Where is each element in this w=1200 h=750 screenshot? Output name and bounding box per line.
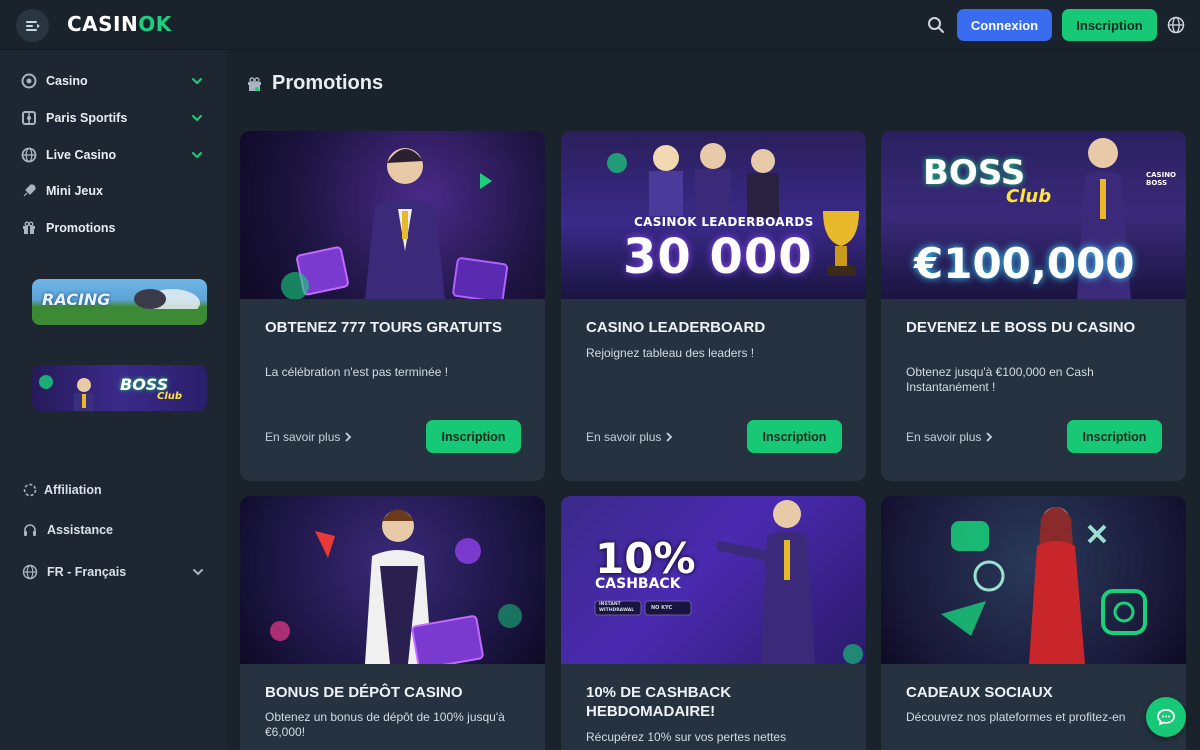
chevron-down-icon[interactable]	[191, 75, 203, 87]
promo-image	[881, 496, 1186, 664]
learn-more-link[interactable]: En savoir plus	[906, 430, 993, 444]
page-title: Promotions	[272, 72, 384, 94]
top-header: CASINOK Connexion Inscription	[0, 0, 1200, 50]
sidebar-item-assistance[interactable]: Assistance	[0, 515, 227, 545]
sidebar-item-label: Paris Sportifs	[46, 111, 128, 125]
promo-image: 10% CASHBACK INSTANT WITHDRAWAL NO KYC	[561, 496, 866, 664]
signup-button[interactable]: Inscription	[1062, 9, 1157, 41]
sidebar-item-label: Live Casino	[46, 148, 117, 162]
live-globe-icon	[21, 147, 37, 163]
boss-club-banner[interactable]: BOSS Club	[32, 365, 207, 411]
promo-card-leaderboard[interactable]: CASINOK LEADERBOARDS 30 000 CASINO LEADE…	[561, 131, 866, 481]
sidebar-item-label: Promotions	[46, 221, 116, 235]
promo-title: DEVENEZ LE BOSS DU CASINO	[906, 319, 1136, 336]
casino-boss-label: CASINO BOSS	[1146, 171, 1177, 187]
promo-description: La célébration n'est pas terminée !	[265, 365, 449, 379]
learn-more-link[interactable]: En savoir plus	[265, 430, 352, 444]
sidebar-item-affiliation[interactable]: Affiliation	[0, 475, 227, 505]
sidebar-item-casino[interactable]: Casino	[0, 63, 227, 99]
learn-more-link[interactable]: En savoir plus	[586, 430, 673, 444]
leaderboard-image-amount: 30 000	[623, 229, 813, 285]
language-globe-icon[interactable]	[1167, 16, 1185, 34]
promo-image	[240, 496, 545, 664]
promo-image: CASINOK LEADERBOARDS 30 000	[561, 131, 866, 299]
racing-banner[interactable]: RACING	[32, 279, 207, 325]
chevron-down-icon[interactable]	[191, 112, 203, 124]
promo-card-social-gifts[interactable]: CADEAUX SOCIAUX Découvrez nos plateforme…	[881, 496, 1186, 750]
gift-icon	[21, 220, 37, 236]
language-label: FR - Français	[47, 565, 127, 579]
search-icon[interactable]	[927, 16, 945, 34]
menu-toggle-button[interactable]	[16, 9, 49, 42]
menu-icon	[25, 20, 40, 31]
no-kyc-badge: NO KYC	[651, 605, 673, 611]
racing-banner-text: RACING	[42, 290, 111, 309]
promo-title: 10% DE CASHBACK HEBDOMADAIRE!	[586, 684, 732, 720]
leaderboard-image-caption: CASINOK LEADERBOARDS	[634, 215, 814, 229]
signup-button[interactable]: Inscription	[1067, 420, 1162, 453]
logo-accent-text: OK	[138, 12, 172, 36]
chevron-right-icon	[986, 432, 993, 442]
promo-description: Obtenez jusqu'à €100,000 en Cash Instant…	[906, 365, 1094, 394]
promo-image	[240, 131, 545, 299]
sports-icon	[21, 110, 37, 126]
headset-icon	[24, 524, 36, 536]
promo-description: Obtenez un bonus de dépôt de 100% jusqu'…	[265, 710, 505, 739]
signup-button[interactable]: Inscription	[747, 420, 842, 453]
promo-title: CADEAUX SOCIAUX	[906, 684, 1053, 701]
sidebar: Casino Paris Sportifs Live Casino Mini J…	[0, 50, 227, 750]
promo-title: BONUS DE DÉPÔT CASINO	[265, 684, 463, 701]
instant-withdrawal-badge: INSTANT WITHDRAWAL	[599, 602, 635, 613]
signup-button[interactable]: Inscription	[426, 420, 521, 453]
boss-prize-amount: €100,000	[914, 239, 1135, 288]
login-button[interactable]: Connexion	[957, 9, 1052, 41]
promo-description: Récupérez 10% sur vos pertes nettes	[586, 730, 787, 744]
logo-main-text: CASIN	[67, 12, 139, 36]
promo-description: Découvrez nos plateformes et profitez-en	[906, 710, 1126, 724]
gift-icon	[248, 77, 261, 91]
sidebar-item-live-casino[interactable]: Live Casino	[0, 137, 227, 173]
chevron-right-icon	[666, 432, 673, 442]
boss-logo-subtext: Club	[1006, 186, 1052, 207]
boss-banner-subtext: Club	[157, 391, 183, 402]
learn-more-label: En savoir plus	[586, 430, 662, 444]
promo-image: BOSS Club CASINO BOSS €100,000	[881, 131, 1186, 299]
logo[interactable]: CASINOK	[67, 12, 172, 36]
live-chat-button[interactable]	[1146, 697, 1186, 737]
chevron-down-icon[interactable]	[192, 566, 204, 578]
promo-description: Rejoignez tableau des leaders !	[586, 346, 755, 360]
sidebar-item-promotions[interactable]: Promotions	[0, 210, 227, 246]
rocket-icon	[21, 183, 37, 199]
promo-title: OBTENEZ 777 TOURS GRATUITS	[265, 319, 502, 336]
globe-icon	[22, 564, 38, 580]
sidebar-footer-label: Assistance	[47, 523, 114, 537]
promo-card-boss-club[interactable]: BOSS Club CASINO BOSS €100,000 DEVENEZ L…	[881, 131, 1186, 481]
learn-more-label: En savoir plus	[265, 430, 341, 444]
promo-card-deposit-bonus[interactable]: BONUS DE DÉPÔT CASINO Obtenez un bonus d…	[240, 496, 545, 750]
sidebar-item-mini-games[interactable]: Mini Jeux	[0, 173, 227, 209]
promo-card-777-spins[interactable]: OBTENEZ 777 TOURS GRATUITS La célébratio…	[240, 131, 545, 481]
chevron-right-icon	[345, 432, 352, 442]
chevron-down-icon[interactable]	[191, 149, 203, 161]
sidebar-item-sports[interactable]: Paris Sportifs	[0, 100, 227, 136]
sidebar-item-label: Casino	[46, 74, 88, 88]
sidebar-footer-label: Affiliation	[44, 483, 102, 497]
language-selector[interactable]: FR - Français	[0, 557, 227, 587]
casino-chip-icon	[21, 73, 37, 89]
sidebar-item-label: Mini Jeux	[46, 184, 103, 198]
chat-bubble-icon	[1157, 709, 1175, 726]
affiliation-icon	[23, 483, 37, 497]
promo-title: CASINO LEADERBOARD	[586, 319, 766, 336]
promo-card-cashback[interactable]: 10% CASHBACK INSTANT WITHDRAWAL NO KYC 1…	[561, 496, 866, 750]
cashback-image-label: CASHBACK	[595, 576, 681, 592]
learn-more-label: En savoir plus	[906, 430, 982, 444]
